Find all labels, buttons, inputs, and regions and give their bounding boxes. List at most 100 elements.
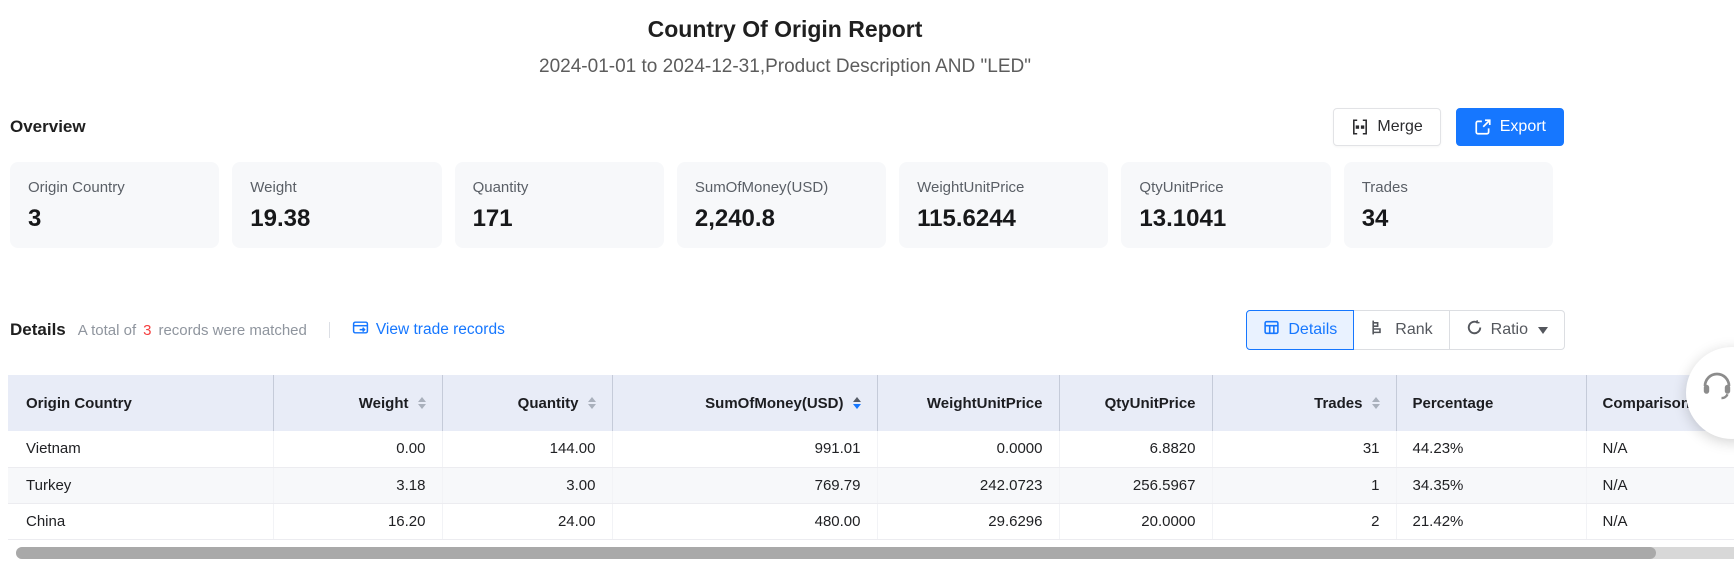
- card-trades: Trades 34: [1344, 162, 1553, 248]
- table-cell: 2: [1212, 503, 1396, 539]
- table-cell: 44.23%: [1396, 431, 1586, 467]
- card-label: QtyUnitPrice: [1139, 179, 1312, 196]
- card-label: SumOfMoney(USD): [695, 179, 868, 196]
- card-origin-country: Origin Country 3: [10, 162, 219, 248]
- column-header-qty-unit-price: QtyUnitPrice: [1059, 375, 1212, 431]
- sort-carets-icon[interactable]: [418, 397, 426, 410]
- column-label: Comparison: [1603, 395, 1691, 412]
- table-cell: 769.79: [612, 467, 877, 503]
- details-bar: Details A total of 3 records were matche…: [10, 308, 1565, 352]
- table-cell: 20.0000: [1059, 503, 1212, 539]
- column-label: SumOfMoney(USD): [705, 395, 843, 412]
- card-qty-unit-price: QtyUnitPrice 13.1041: [1121, 162, 1330, 248]
- table-cell: 144.00: [442, 431, 612, 467]
- sort-carets-icon[interactable]: [853, 397, 861, 410]
- table-cell: 29.6296: [877, 503, 1059, 539]
- table-cell: 3.00: [442, 467, 612, 503]
- details-table: Origin Country Weight Quantity SumOfMone…: [8, 375, 1734, 559]
- table-header-row: Origin Country Weight Quantity SumOfMone…: [8, 375, 1734, 431]
- chevron-down-icon: [1538, 327, 1548, 334]
- page-title: Country Of Origin Report: [0, 16, 1570, 43]
- horizontal-scrollbar-track[interactable]: [16, 547, 1734, 559]
- table-row-turkey: Turkey 3.18 3.00 769.79 242.0723 256.596…: [8, 467, 1734, 503]
- table-cell: 6.8820: [1059, 431, 1212, 467]
- export-icon: [1474, 118, 1492, 136]
- card-value: 115.6244: [917, 205, 1090, 233]
- column-label: Origin Country: [26, 395, 132, 412]
- vertical-divider: [329, 322, 330, 338]
- country-of-origin-report-page: Country Of Origin Report 2024-01-01 to 2…: [0, 0, 1734, 559]
- view-trade-records-link[interactable]: View trade records: [352, 319, 505, 341]
- table-cell: N/A: [1586, 467, 1734, 503]
- table-grid-icon: [1263, 319, 1280, 341]
- table-cell: 1: [1212, 467, 1396, 503]
- report-subtitle: 2024-01-01 to 2024-12-31,Product Descrip…: [0, 56, 1570, 78]
- match-summary-suffix: records were matched: [158, 322, 306, 339]
- column-header-origin-country: Origin Country: [8, 375, 273, 431]
- details-view-label: Details: [1288, 321, 1337, 339]
- table-cell: 0.0000: [877, 431, 1059, 467]
- column-label: Weight: [359, 395, 409, 412]
- overview-section-title: Overview: [10, 117, 86, 137]
- column-header-quantity[interactable]: Quantity: [442, 375, 612, 431]
- overview-cards: Origin Country 3 Weight 19.38 Quantity 1…: [10, 162, 1553, 248]
- card-label: Quantity: [473, 179, 646, 196]
- table-cell: 0.00: [273, 431, 442, 467]
- column-label: QtyUnitPrice: [1105, 395, 1196, 412]
- rank-view-label: Rank: [1395, 321, 1432, 339]
- table-cell: N/A: [1586, 503, 1734, 539]
- view-switch-group: Details Rank: [1246, 310, 1565, 350]
- view-trade-records-label: View trade records: [376, 321, 505, 339]
- table-cell: 3.18: [273, 467, 442, 503]
- export-button-label: Export: [1500, 118, 1546, 136]
- overview-bar: Overview Merge: [10, 108, 1564, 146]
- card-weight: Weight 19.38: [232, 162, 441, 248]
- table-cell: 31: [1212, 431, 1396, 467]
- ratio-view-button[interactable]: Ratio: [1449, 310, 1565, 350]
- card-label: WeightUnitPrice: [917, 179, 1090, 196]
- column-header-weight-unit-price: WeightUnitPrice: [877, 375, 1059, 431]
- table-cell: Turkey: [8, 467, 273, 503]
- column-header-percentage: Percentage: [1396, 375, 1586, 431]
- table-cell: 21.42%: [1396, 503, 1586, 539]
- card-value: 171: [473, 205, 646, 233]
- card-label: Weight: [250, 179, 423, 196]
- merge-button[interactable]: Merge: [1333, 108, 1440, 146]
- refresh-circle-icon: [1466, 319, 1483, 341]
- column-header-trades[interactable]: Trades: [1212, 375, 1396, 431]
- column-label: Percentage: [1413, 395, 1494, 412]
- card-sum-of-money: SumOfMoney(USD) 2,240.8: [677, 162, 886, 248]
- table-cell: 256.5967: [1059, 467, 1212, 503]
- table-row-vietnam: Vietnam 0.00 144.00 991.01 0.0000 6.8820…: [8, 431, 1734, 467]
- toolbar-actions: Merge Export: [1333, 108, 1564, 146]
- match-count: 3: [143, 322, 151, 339]
- trade-records-window-icon: [352, 319, 369, 341]
- details-section-title: Details: [10, 320, 66, 340]
- horizontal-scrollbar-thumb[interactable]: [16, 547, 1656, 559]
- card-value: 19.38: [250, 205, 423, 233]
- table-cell: N/A: [1586, 431, 1734, 467]
- export-button[interactable]: Export: [1456, 108, 1564, 146]
- table-cell: 34.35%: [1396, 467, 1586, 503]
- card-value: 3: [28, 205, 201, 233]
- card-value: 2,240.8: [695, 205, 868, 233]
- column-header-weight[interactable]: Weight: [273, 375, 442, 431]
- rank-view-button[interactable]: Rank: [1353, 310, 1449, 350]
- details-view-button[interactable]: Details: [1246, 310, 1354, 350]
- table-row-china: China 16.20 24.00 480.00 29.6296 20.0000…: [8, 503, 1734, 539]
- table-cell: 24.00: [442, 503, 612, 539]
- sort-carets-icon[interactable]: [588, 397, 596, 410]
- card-value: 34: [1362, 205, 1535, 233]
- card-weight-unit-price: WeightUnitPrice 115.6244: [899, 162, 1108, 248]
- table-cell: 16.20: [273, 503, 442, 539]
- report-header: Country Of Origin Report 2024-01-01 to 2…: [0, 0, 1570, 78]
- sort-carets-icon[interactable]: [1372, 397, 1380, 410]
- card-value: 13.1041: [1139, 205, 1312, 233]
- table-cell: 242.0723: [877, 467, 1059, 503]
- column-label: WeightUnitPrice: [927, 395, 1043, 412]
- merge-icon: [1351, 118, 1369, 136]
- column-header-sum-of-money[interactable]: SumOfMoney(USD): [612, 375, 877, 431]
- column-label: Quantity: [518, 395, 579, 412]
- match-summary-prefix: A total of: [78, 322, 136, 339]
- merge-button-label: Merge: [1377, 118, 1422, 136]
